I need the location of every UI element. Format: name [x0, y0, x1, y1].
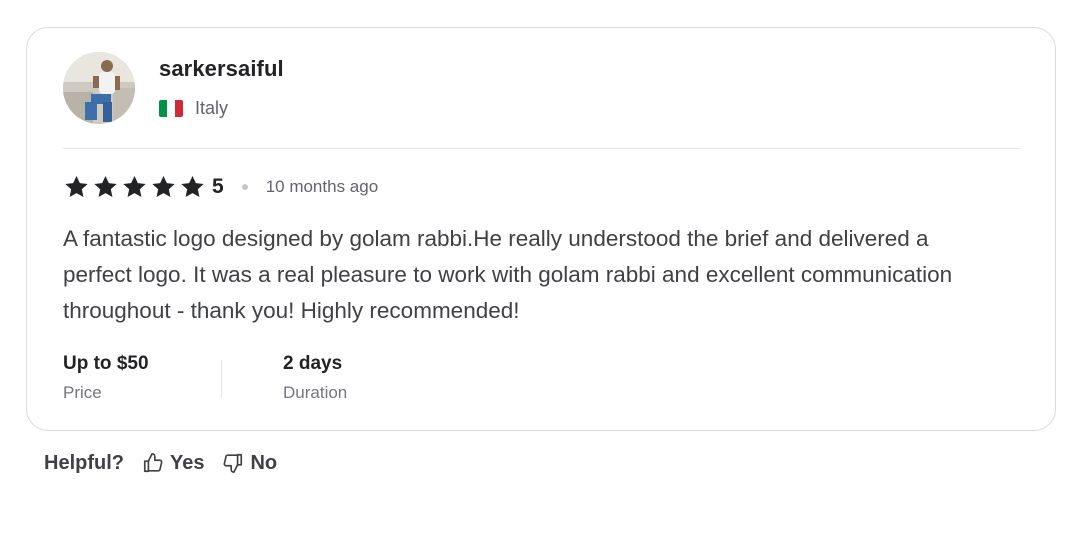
duration-label: Duration: [283, 383, 348, 402]
reviewer-username[interactable]: sarkersaiful: [159, 56, 284, 82]
price-value: Up to $50: [63, 353, 149, 374]
review-card: sarkersaiful Italy 5 10 months ago A fan…: [26, 27, 1056, 431]
country-name: Italy: [195, 98, 229, 118]
helpful-yes-button[interactable]: Yes: [142, 452, 204, 475]
helpful-section: Helpful? Yes No: [44, 450, 277, 476]
star-rating: [63, 174, 206, 200]
star-icon: [65, 175, 88, 197]
divider: [63, 148, 1021, 149]
italy-flag-icon: [159, 100, 183, 117]
rating-row: 5 10 months ago: [63, 172, 378, 202]
helpful-label: Helpful?: [44, 451, 124, 474]
helpful-no-button[interactable]: No: [222, 452, 277, 475]
thumbs-up-icon: [143, 453, 163, 473]
star-icon: [123, 175, 146, 197]
thumbs-down-icon: [223, 453, 243, 473]
review-text: A fantastic logo designed by golam rabbi…: [63, 226, 953, 323]
helpful-no-label: No: [250, 451, 278, 474]
star-icon: [152, 175, 175, 197]
duration-block: 2 days Duration: [283, 352, 347, 404]
review-time: 10 months ago: [265, 177, 379, 196]
reviewer-country: Italy: [159, 98, 228, 119]
duration-value: 2 days: [283, 353, 343, 374]
rating-score: 5: [212, 175, 224, 198]
price-block: Up to $50 Price: [63, 352, 149, 404]
meta-divider: [221, 360, 222, 398]
separator-dot: [241, 184, 248, 190]
helpful-yes-label: Yes: [170, 451, 205, 474]
star-icon: [181, 175, 204, 197]
star-icon: [94, 175, 117, 197]
price-label: Price: [63, 383, 102, 402]
reviewer-avatar[interactable]: [63, 52, 135, 124]
